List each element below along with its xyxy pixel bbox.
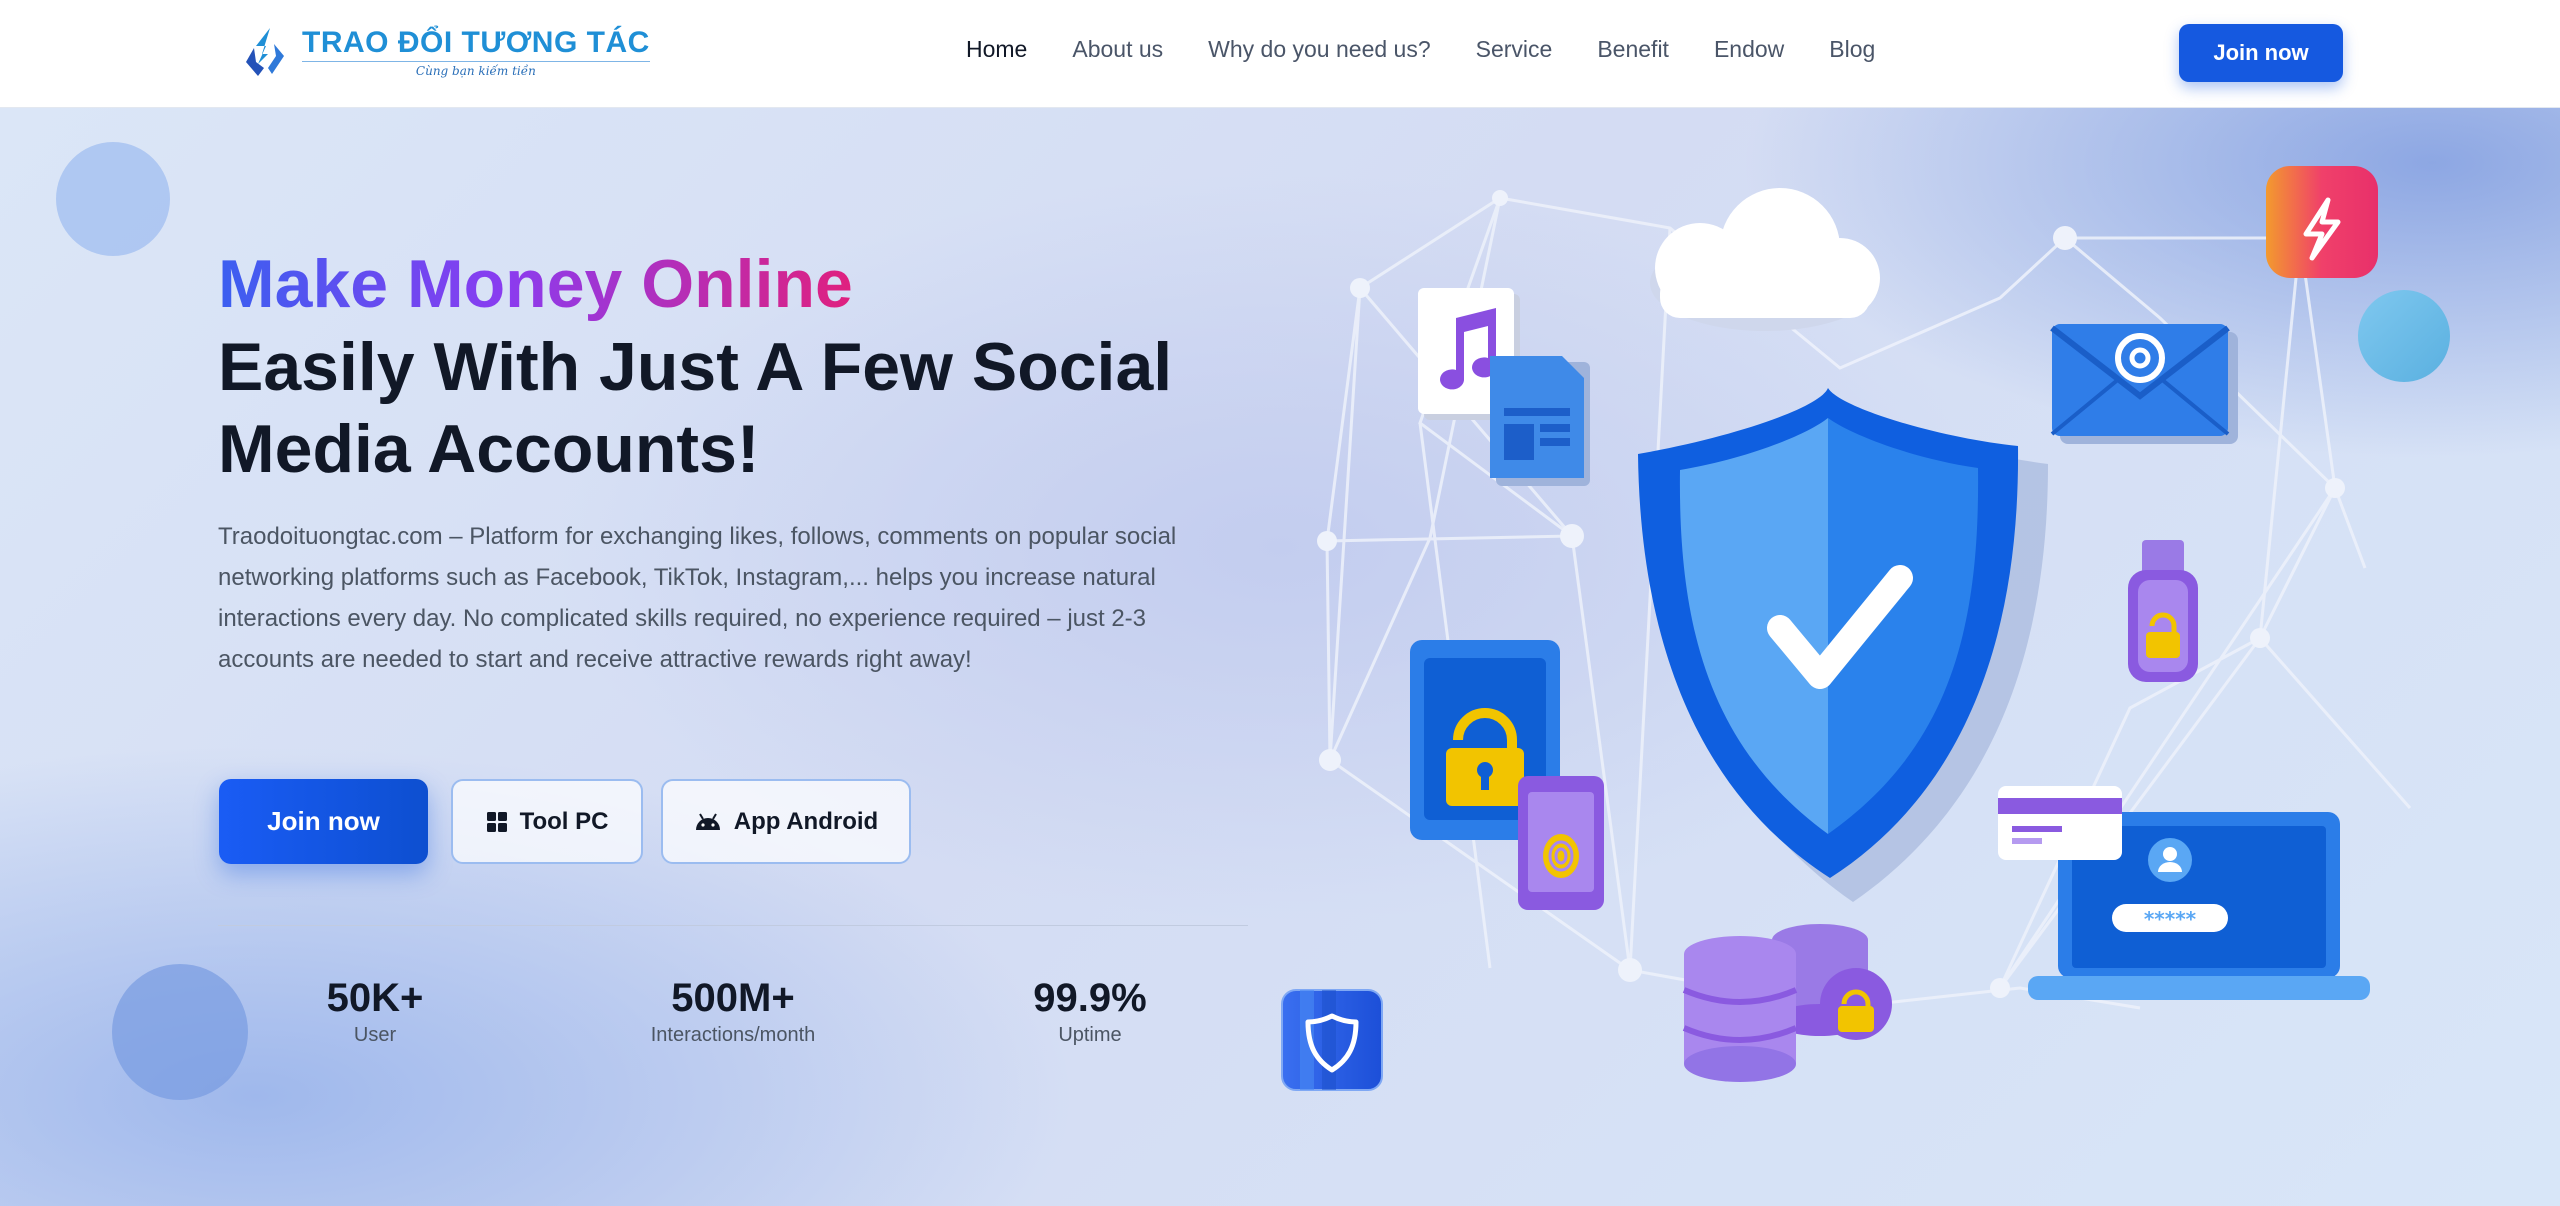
logo-text: TRAO ĐỔI TƯƠNG TÁC Cùng bạn kiếm tiền bbox=[302, 25, 650, 78]
windows-icon bbox=[486, 811, 507, 832]
cloud-icon bbox=[1650, 188, 1880, 331]
stat-label: Uptime bbox=[1058, 1024, 1122, 1046]
nav-blog[interactable]: Blog bbox=[1829, 36, 1875, 63]
stat-label: User bbox=[353, 1024, 397, 1046]
lightning-icon bbox=[2266, 166, 2378, 278]
document-icon bbox=[1490, 356, 1590, 486]
tool-pc-button[interactable]: Tool PC bbox=[451, 779, 643, 864]
app-android-label: App Android bbox=[733, 807, 879, 835]
logo-title: TRAO ĐỔI TƯƠNG TÁC bbox=[302, 25, 650, 59]
stat-users: 50K+ User bbox=[245, 974, 505, 1048]
usb-lock-icon bbox=[2128, 540, 2198, 682]
stat-interactions: 500M+ Interactions/month bbox=[603, 974, 863, 1048]
hero-join-button[interactable]: Join now bbox=[219, 779, 428, 864]
logo-mark-icon bbox=[246, 28, 284, 76]
site-header: TRAO ĐỔI TƯƠNG TÁC Cùng bạn kiếm tiền Ho… bbox=[0, 0, 2560, 108]
stat-label: Interactions/month bbox=[650, 1024, 816, 1046]
stat-value: 500M+ bbox=[671, 976, 795, 1020]
nav-service[interactable]: Service bbox=[1476, 36, 1553, 63]
main-nav: Home About us Why do you need us? Servic… bbox=[966, 36, 1875, 63]
logo-subtitle: Cùng bạn kiếm tiền bbox=[302, 60, 650, 78]
nav-about-us[interactable]: About us bbox=[1072, 36, 1163, 63]
decor-bubble bbox=[112, 964, 248, 1100]
stats-divider bbox=[218, 925, 1248, 926]
stat-value: 50K+ bbox=[326, 976, 424, 1020]
svg-text:*****: ***** bbox=[2144, 907, 2197, 931]
shield-small-icon bbox=[1281, 989, 1383, 1091]
shield-check-icon bbox=[1638, 388, 2048, 902]
headline-main: Easily With Just A Few Social Media Acco… bbox=[218, 329, 1173, 487]
stat-value: 99.9% bbox=[1033, 976, 1147, 1020]
laptop-icon: ***** bbox=[1998, 786, 2370, 1000]
header-join-button[interactable]: Join now bbox=[2179, 24, 2343, 82]
stat-uptime: 99.9% Uptime bbox=[960, 974, 1220, 1048]
hero-section: Make Money Online Easily With Just A Few… bbox=[0, 108, 2560, 1206]
fingerprint-icon bbox=[1518, 776, 1604, 910]
nav-home[interactable]: Home bbox=[966, 36, 1027, 63]
android-icon bbox=[695, 812, 720, 830]
email-icon bbox=[2050, 324, 2238, 444]
nav-endow[interactable]: Endow bbox=[1714, 36, 1784, 63]
app-android-button[interactable]: App Android bbox=[661, 779, 911, 864]
headline-gradient: Make Money Online bbox=[218, 246, 853, 322]
decor-bubble bbox=[56, 142, 170, 256]
site-logo[interactable]: TRAO ĐỔI TƯƠNG TÁC Cùng bạn kiếm tiền bbox=[244, 24, 650, 80]
database-lock-icon bbox=[1682, 924, 1892, 1082]
nav-benefit[interactable]: Benefit bbox=[1597, 36, 1669, 63]
nav-why-need-us[interactable]: Why do you need us? bbox=[1208, 36, 1430, 63]
hero-description: Traodoituongtac.com – Platform for excha… bbox=[218, 523, 1177, 673]
security-illustration: ***** bbox=[1281, 166, 2412, 1091]
tool-pc-label: Tool PC bbox=[519, 807, 609, 835]
